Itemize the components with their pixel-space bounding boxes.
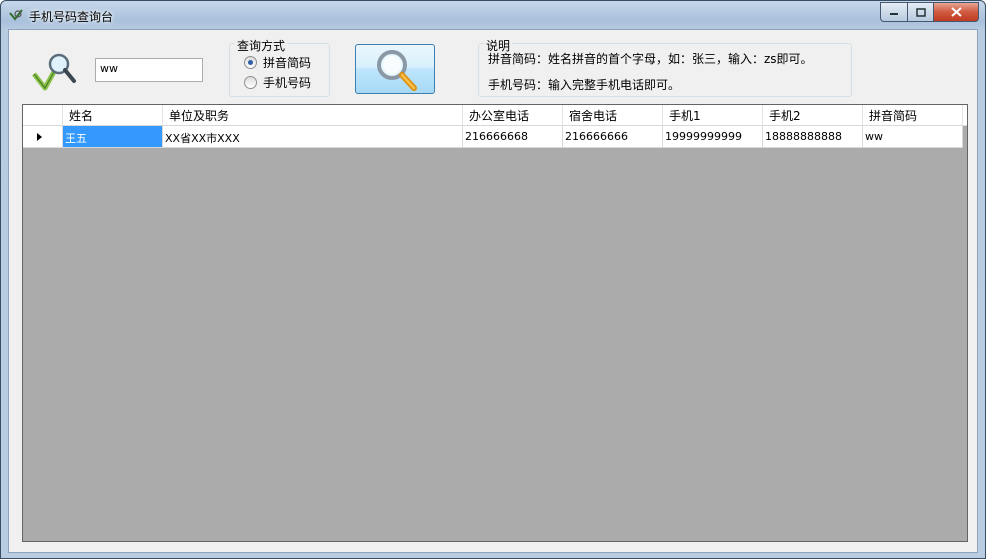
- info-line-phone: 手机号码：输入完整手机电话即可。: [488, 78, 681, 92]
- cell-office-phone[interactable]: 216666668: [463, 126, 563, 148]
- header-mobile-1[interactable]: 手机1: [663, 105, 763, 125]
- radio-phone-label: 手机号码: [263, 76, 312, 90]
- table-row[interactable]: 王五 XX省XX市XXX 216666668 216666666 1999999…: [23, 126, 963, 148]
- header-mobile-2[interactable]: 手机2: [763, 105, 863, 125]
- grid-header: 姓名 单位及职务 办公室电话 宿舍电话 手机1 手机2 拼音简码: [23, 105, 967, 126]
- caption-buttons: [880, 2, 979, 22]
- cell-mobile-2[interactable]: 18888888888: [763, 126, 863, 148]
- cell-name[interactable]: 王五: [63, 126, 163, 148]
- minimize-icon: [890, 13, 898, 15]
- minimize-button[interactable]: [880, 2, 907, 22]
- search-input[interactable]: ww: [95, 58, 203, 82]
- cell-pinyin-code[interactable]: ww: [863, 126, 963, 148]
- header-row-selector[interactable]: [23, 105, 63, 125]
- header-name[interactable]: 姓名: [63, 105, 163, 125]
- checkmark-magnifier-icon: [32, 53, 76, 91]
- radio-pinyin-indicator[interactable]: [244, 56, 257, 69]
- radio-pinyin[interactable]: 拼音简码: [244, 54, 311, 71]
- row-selector[interactable]: [23, 126, 63, 148]
- app-window: 手机号码查询台 ww 查询方式 拼音简码 手机号码 说明 拼音简码：姓名拼音的首…: [0, 0, 986, 559]
- radio-phone-indicator[interactable]: [244, 76, 257, 89]
- search-button[interactable]: [355, 44, 435, 94]
- radio-phone[interactable]: 手机号码: [244, 74, 311, 91]
- header-office-phone[interactable]: 办公室电话: [463, 105, 563, 125]
- close-icon: [950, 7, 962, 17]
- client-area: ww 查询方式 拼音简码 手机号码 说明 拼音简码：姓名拼音的首个字母，如：张三…: [8, 29, 978, 553]
- window-title: 手机号码查询台: [29, 10, 114, 24]
- header-pinyin-code[interactable]: 拼音简码: [863, 105, 963, 125]
- close-button[interactable]: [933, 2, 979, 22]
- radio-pinyin-label: 拼音简码: [263, 56, 312, 70]
- magnifier-icon: [377, 50, 417, 91]
- cell-mobile-1[interactable]: 19999999999: [663, 126, 763, 148]
- header-dorm-phone[interactable]: 宿舍电话: [563, 105, 663, 125]
- title-bar[interactable]: 手机号码查询台: [1, 1, 985, 29]
- info-group: 说明 拼音简码：姓名拼音的首个字母，如：张三，输入：zs即可。 手机号码：输入完…: [478, 37, 852, 97]
- cell-dorm-phone[interactable]: 216666666: [563, 126, 663, 148]
- app-icon: [9, 9, 23, 21]
- query-method-group: 查询方式 拼音简码 手机号码: [229, 37, 330, 97]
- maximize-button[interactable]: [907, 2, 933, 22]
- query-method-title: 查询方式: [235, 37, 288, 54]
- maximize-icon: [915, 7, 926, 17]
- current-row-arrow-icon: [37, 132, 42, 141]
- info-line-pinyin: 拼音简码：姓名拼音的首个字母，如：张三，输入：zs即可。: [488, 52, 813, 66]
- cell-unit-position[interactable]: XX省XX市XXX: [163, 126, 463, 148]
- results-grid[interactable]: 姓名 单位及职务 办公室电话 宿舍电话 手机1 手机2 拼音简码 王五 XX省X…: [22, 104, 968, 542]
- header-unit-position[interactable]: 单位及职务: [163, 105, 463, 125]
